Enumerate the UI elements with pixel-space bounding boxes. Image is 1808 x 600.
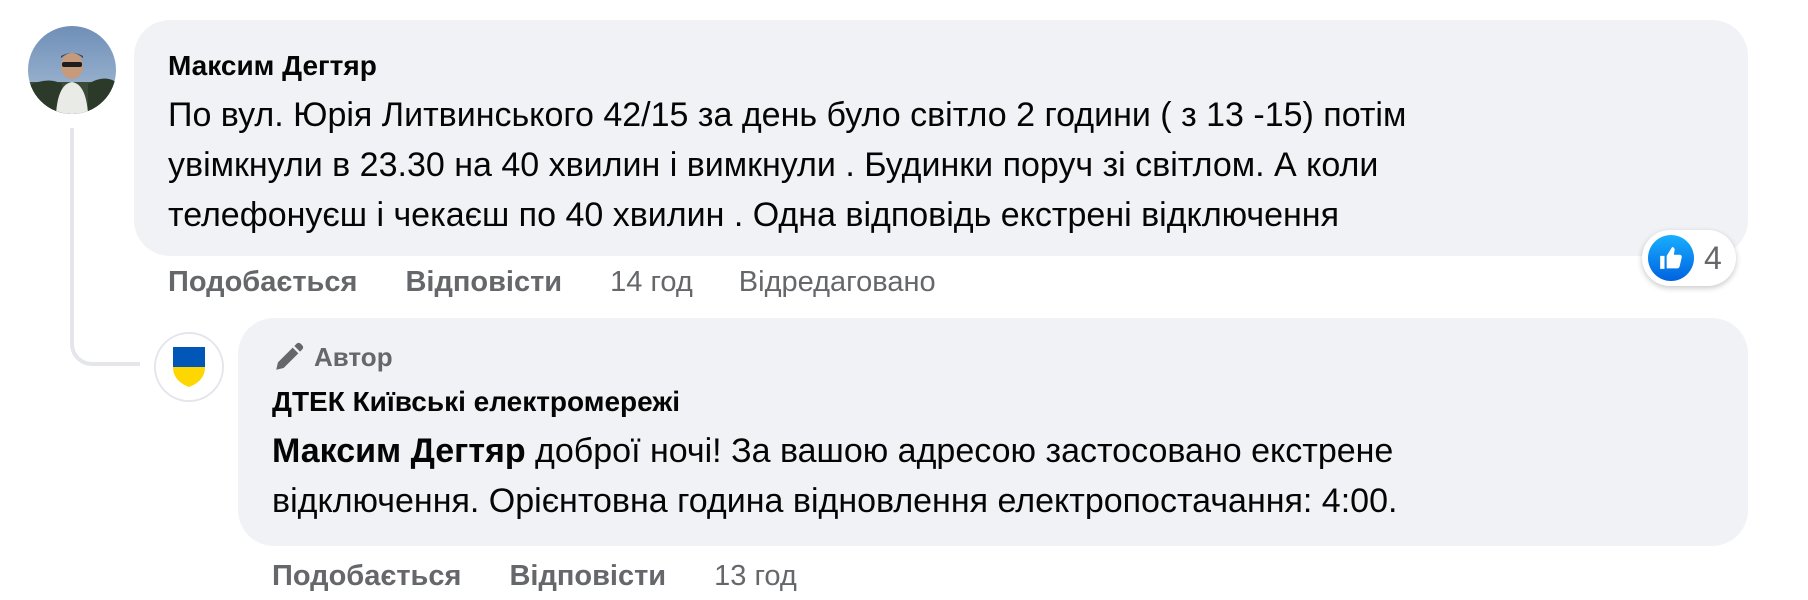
reply-button[interactable]: Відповісти [509, 556, 666, 596]
like-button[interactable]: Подобається [168, 262, 357, 302]
comment-bubble: Максим Дегтяр По вул. Юрія Литвинського … [134, 20, 1748, 256]
reaction-count: 4 [1704, 240, 1722, 276]
author-badge: Автор [272, 340, 1714, 374]
reply-bubble: Автор ДТЕК Київські електромережі Максим… [238, 318, 1748, 546]
comment-actions: Подобається Відповісти 14 год Відредагов… [168, 262, 982, 302]
comment-text-line: увімкнули в 23.30 на 40 хвилин і вимкнул… [168, 146, 1379, 184]
user-photo [28, 26, 116, 114]
reply-author[interactable]: ДТЕК Київські електромережі [272, 382, 1714, 422]
flag-icon [156, 334, 222, 400]
comment-text-line: По вул. Юрія Литвинського 42/15 за день … [168, 96, 1407, 134]
reply-actions: Подобається Відповісти 13 год [272, 556, 843, 596]
comment-text-line: телефонуєш і чекаєш по 40 хвилин . Одна … [168, 196, 1339, 234]
reply-text-line: відключення. Орієнтовна година відновлен… [272, 482, 1398, 520]
comment-text: По вул. Юрія Литвинського 42/15 за день … [168, 90, 1714, 240]
comment-timestamp[interactable]: 14 год [610, 262, 693, 302]
pen-icon [276, 342, 304, 370]
reply-text-line: Максим Дегтяр доброї ночі! За вашою адре… [272, 426, 1714, 476]
avatar[interactable] [28, 26, 116, 114]
mention-link[interactable]: Максим Дегтяр [272, 432, 526, 470]
reply-timestamp[interactable]: 13 год [714, 556, 797, 596]
comment-author[interactable]: Максим Дегтяр [168, 46, 1714, 86]
reactions-summary[interactable]: 4 [1642, 230, 1736, 286]
like-icon [1648, 235, 1694, 281]
reply-text-part: доброї ночі! За вашою адресою застосован… [525, 432, 1394, 470]
author-badge-label: Автор [314, 342, 393, 372]
avatar[interactable] [156, 334, 222, 400]
like-button[interactable]: Подобається [272, 556, 461, 596]
edited-label[interactable]: Відредаговано [739, 262, 936, 302]
reply-button[interactable]: Відповісти [405, 262, 562, 302]
reply-text: Максим Дегтяр доброї ночі! За вашою адре… [272, 426, 1714, 526]
thread-connector-line [70, 128, 140, 366]
